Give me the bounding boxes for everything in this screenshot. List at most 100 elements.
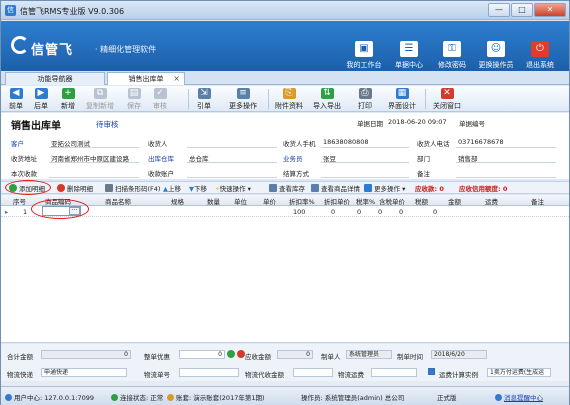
close-window-button[interactable]: ✕ 关闭窗口 bbox=[433, 88, 461, 111]
save-button[interactable]: ▤ 保存 bbox=[127, 88, 141, 111]
settle-label: 结算方式 bbox=[283, 170, 309, 178]
import-export-button[interactable]: ⇅ 导入导出 bbox=[313, 88, 341, 111]
more-icon: ≡ bbox=[236, 88, 250, 99]
row-tax-rate[interactable]: 0 bbox=[357, 208, 361, 216]
col-freight: 运费 bbox=[485, 198, 498, 206]
doc-number-label: 单据编号 bbox=[459, 120, 485, 128]
freight-label: 物流运费 bbox=[338, 371, 364, 379]
checkbox-checked-icon bbox=[428, 368, 435, 375]
cod-label: 物流代收金额 bbox=[245, 371, 284, 379]
express-no-field[interactable] bbox=[179, 368, 239, 377]
receipt-field[interactable] bbox=[49, 177, 139, 178]
prev-doc-button[interactable]: ◀ 前单 bbox=[9, 88, 23, 111]
delete-detail-button[interactable]: 删除明细 bbox=[57, 183, 93, 193]
receiver-tel-field[interactable]: 03716678678 bbox=[458, 138, 504, 146]
workbench-button[interactable]: ▣ 我的工作台 bbox=[339, 41, 389, 70]
import-doc-button[interactable]: ⇲ 引单 bbox=[197, 88, 211, 111]
row-discount[interactable]: 100 bbox=[293, 208, 305, 216]
attachment-button[interactable]: ⎘ 附件资料 bbox=[275, 88, 303, 111]
tab-sales-outbound[interactable]: 销售出库单 × bbox=[107, 72, 185, 85]
grid-more-actions-button[interactable]: 更多操作 ▾ bbox=[364, 183, 405, 193]
arrow-left-icon: ◀ bbox=[9, 88, 23, 99]
freight-calc-label: 运费计算实例 bbox=[439, 371, 478, 379]
discount-label: 整单优惠 bbox=[144, 353, 170, 361]
doc-title: 销售出库单 bbox=[11, 121, 61, 132]
row-disc-price[interactable]: 0 bbox=[331, 208, 335, 216]
doc-date-label: 单据日期 bbox=[357, 120, 383, 128]
detail-grid: 序号 商品编码 商品名称 规格 数量 单位 单价 折扣率% 折扣单价 税率% 含… bbox=[1, 195, 569, 343]
col-price: 单价 bbox=[263, 198, 276, 206]
connected-icon bbox=[111, 394, 118, 401]
department-label: 部门 bbox=[417, 155, 430, 163]
field-underline bbox=[49, 147, 139, 148]
maker-label: 制单人 bbox=[321, 353, 341, 361]
close-button[interactable]: ✕ bbox=[534, 3, 566, 17]
receiver-field[interactable] bbox=[187, 147, 277, 148]
field-underline bbox=[49, 162, 139, 163]
change-password-button[interactable]: ⚿ 修改密码 bbox=[427, 41, 477, 70]
total-label: 合计金额 bbox=[7, 353, 33, 361]
row-amount[interactable]: 0 bbox=[433, 208, 437, 216]
col-remark: 备注 bbox=[531, 198, 544, 206]
toolbar-separator bbox=[425, 89, 426, 109]
discount-tools[interactable] bbox=[227, 350, 247, 359]
row-tax[interactable]: 0 bbox=[399, 208, 403, 216]
cod-field[interactable] bbox=[293, 368, 333, 377]
app-window: 信 信管飞RMS专业版 V9.0.306 — □ ✕ 信管飞 · 精细化管理软件… bbox=[0, 0, 570, 405]
account-field[interactable] bbox=[187, 177, 277, 178]
settle-field[interactable] bbox=[321, 177, 409, 178]
move-down-button[interactable]: ▼下移 bbox=[189, 183, 207, 193]
maker-field: 系统管理员 bbox=[346, 350, 392, 359]
col-tax: 税额 bbox=[415, 198, 428, 206]
freight-calc-select[interactable]: 1卖方付运费(生成运 bbox=[487, 368, 551, 377]
field-underline bbox=[456, 147, 556, 148]
scan-barcode-button[interactable]: 扫描条形码(F4) bbox=[105, 183, 160, 193]
doc-center-icon: ☰ bbox=[400, 41, 418, 57]
grid-toolbar: 添加明细 删除明细 扫描条形码(F4) ▲上移 ▼下移 ⚡快速操作 ▾ 查看库存… bbox=[1, 181, 569, 194]
minimize-button[interactable]: — bbox=[488, 3, 510, 17]
receiver-tel-label: 收货人电话 bbox=[417, 140, 450, 148]
remark-field[interactable] bbox=[456, 177, 556, 178]
add-button[interactable]: + 新增 bbox=[61, 88, 75, 111]
edition-status: 正式版 bbox=[437, 394, 457, 402]
view-product-detail-button[interactable]: 查看商品详情 bbox=[311, 183, 360, 193]
tab-close-icon[interactable]: × bbox=[173, 73, 180, 85]
exit-button[interactable]: ⏻ 退出系统 bbox=[515, 41, 565, 70]
audit-button[interactable]: ✓ 审核 bbox=[153, 88, 167, 111]
total-field: 0 bbox=[41, 350, 131, 359]
attachment-icon: ⎘ bbox=[282, 88, 296, 99]
server-icon bbox=[5, 394, 12, 401]
print-button[interactable]: ⎙ 打印 bbox=[358, 88, 372, 111]
status-bar: 用户中心: 127.0.0.1:7099 连接状态: 正常 账套: 演示账套(2… bbox=[1, 386, 569, 405]
maximize-button[interactable]: □ bbox=[511, 3, 533, 17]
print-icon: ⎙ bbox=[358, 88, 372, 99]
import-export-icon: ⇅ bbox=[320, 88, 334, 99]
express-field[interactable]: 申通快递 bbox=[41, 368, 127, 377]
quick-actions-button[interactable]: ⚡快速操作 ▾ bbox=[215, 183, 251, 193]
doc-date-value[interactable]: 2018-06-20 09:07 bbox=[388, 118, 447, 126]
col-tax-price: 含税单价 bbox=[379, 198, 405, 206]
copy-add-button[interactable]: ⧉ 复制新增 bbox=[86, 88, 114, 111]
warehouse-label: 出库仓库 bbox=[148, 155, 174, 163]
more-actions-button[interactable]: ≡ 更多操作 bbox=[229, 88, 257, 111]
switch-operator-button[interactable]: ☺ 更换操作员 bbox=[471, 41, 521, 70]
receiver-phone-field[interactable]: 18638080808 bbox=[323, 138, 369, 146]
col-index: 序号 bbox=[13, 198, 26, 206]
row-tax-price[interactable]: 0 bbox=[378, 208, 382, 216]
next-doc-button[interactable]: ▶ 后单 bbox=[34, 88, 48, 111]
move-up-button[interactable]: ▲上移 bbox=[163, 183, 181, 193]
stock-icon bbox=[269, 184, 277, 192]
freight-field[interactable] bbox=[371, 368, 417, 377]
annotation-circle bbox=[31, 199, 89, 219]
tab-navigator[interactable]: 功能导航器 bbox=[5, 72, 105, 85]
discount-field[interactable]: 0 bbox=[179, 350, 225, 359]
layout-design-button[interactable]: ▦ 界面设计 bbox=[388, 88, 416, 111]
message-center-link[interactable]: 消息提醒中心 bbox=[495, 392, 543, 402]
field-underline bbox=[321, 147, 409, 148]
freight-calc-checkbox[interactable] bbox=[428, 368, 435, 376]
user-icon: ☺ bbox=[487, 41, 505, 57]
salesman-label: 业务员 bbox=[283, 155, 303, 163]
remark-label: 备注 bbox=[417, 170, 430, 178]
field-underline bbox=[321, 162, 409, 163]
view-stock-button[interactable]: 查看库存 bbox=[269, 183, 305, 193]
